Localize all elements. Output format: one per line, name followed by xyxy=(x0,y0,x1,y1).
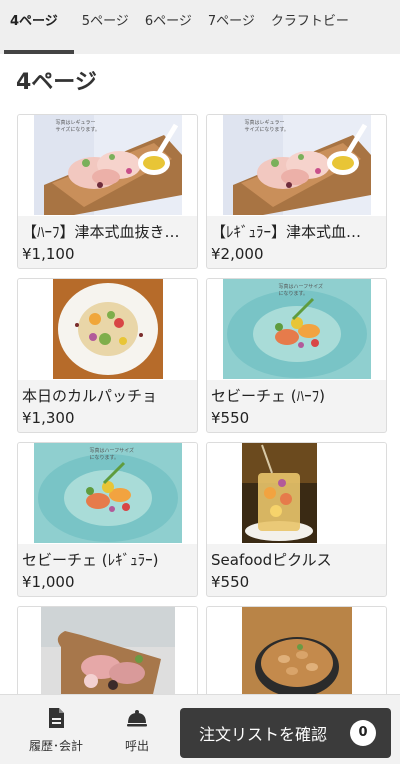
menu-item-price: ¥1,000 xyxy=(22,573,75,591)
menu-item-image xyxy=(207,607,386,708)
menu-item-name: Seafoodピクルス xyxy=(211,551,332,569)
category-tab-bar: 4ページ 5ページ 6ページ 7ページ クラフトビー xyxy=(0,0,400,54)
menu-item-price: ¥2,000 xyxy=(211,245,264,263)
tab-page-7[interactable]: 7ページ xyxy=(200,0,263,54)
tab-page-6[interactable]: 6ページ xyxy=(137,0,200,54)
bell-icon xyxy=(127,710,147,727)
tab-craft-beer[interactable]: クラフトビー xyxy=(263,0,357,54)
image-caption: 写真はハーフサイズ になります。 xyxy=(278,284,324,297)
menu-item-name: セビーチェ (ﾚｷﾞｭﾗｰ) xyxy=(22,551,159,569)
image-caption: 写真はハーフサイズ になります。 xyxy=(89,448,135,461)
menu-item-card[interactable]: 写真はレギュラー サイズになります。 【ﾊｰﾌ】津本式血抜き… ¥1,100 xyxy=(17,114,198,269)
menu-item-card[interactable]: Seafoodピクルス ¥550 xyxy=(206,442,387,597)
menu-item-price: ¥1,100 xyxy=(22,245,75,263)
menu-item-name: セビーチェ (ﾊｰﾌ) xyxy=(211,387,325,405)
menu-item-image xyxy=(18,279,197,380)
menu-item-price: ¥550 xyxy=(211,573,250,591)
menu-item-image: 写真はハーフサイズ になります。 xyxy=(18,443,197,544)
menu-item-name: 【ﾚｷﾞｭﾗｰ】津本式血… xyxy=(211,223,362,241)
section-title: 4ページ xyxy=(16,70,97,95)
confirm-order-list-label: 注文リストを確認 xyxy=(199,725,328,744)
menu-item-image: 写真はハーフサイズ になります。 xyxy=(207,279,386,380)
call-staff-button[interactable]: 呼出 xyxy=(97,707,177,754)
menu-item-card[interactable]: 本日のカルパッチョ ¥1,300 xyxy=(17,278,198,433)
menu-item-card[interactable]: 写真はハーフサイズ になります。 セビーチェ (ﾚｷﾞｭﾗｰ) ¥1,000 xyxy=(17,442,198,597)
tab-page-5[interactable]: 5ページ xyxy=(74,0,137,54)
tab-page-4[interactable]: 4ページ xyxy=(0,0,74,54)
menu-item-image: 写真はレギュラー サイズになります。 xyxy=(207,115,386,216)
menu-item-price: ¥550 xyxy=(211,409,250,427)
order-count-badge: 0 xyxy=(350,720,376,746)
menu-item-price: ¥1,300 xyxy=(22,409,75,427)
image-caption: 写真はレギュラー サイズになります。 xyxy=(55,120,100,133)
document-icon xyxy=(49,708,64,728)
menu-item-card[interactable]: 写真はレギュラー サイズになります。 【ﾚｷﾞｭﾗｰ】津本式血… ¥2,000 xyxy=(206,114,387,269)
menu-item-name: 本日のカルパッチョ xyxy=(22,387,158,405)
bottom-action-bar: 履歴･会計 呼出 注文リストを確認 0 xyxy=(0,694,400,764)
menu-item-name: 【ﾊｰﾌ】津本式血抜き… xyxy=(22,223,180,241)
menu-item-image: 写真はレギュラー サイズになります。 xyxy=(18,115,197,216)
menu-item-image xyxy=(18,607,197,708)
confirm-order-list-button[interactable]: 注文リストを確認 0 xyxy=(180,708,391,758)
image-caption: 写真はレギュラー サイズになります。 xyxy=(244,120,289,133)
menu-item-card[interactable]: 写真はハーフサイズ になります。 セビーチェ (ﾊｰﾌ) ¥550 xyxy=(206,278,387,433)
menu-item-image xyxy=(207,443,386,544)
call-staff-label: 呼出 xyxy=(124,739,149,753)
history-checkout-button[interactable]: 履歴･会計 xyxy=(16,707,96,754)
history-checkout-label: 履歴･会計 xyxy=(28,739,83,753)
